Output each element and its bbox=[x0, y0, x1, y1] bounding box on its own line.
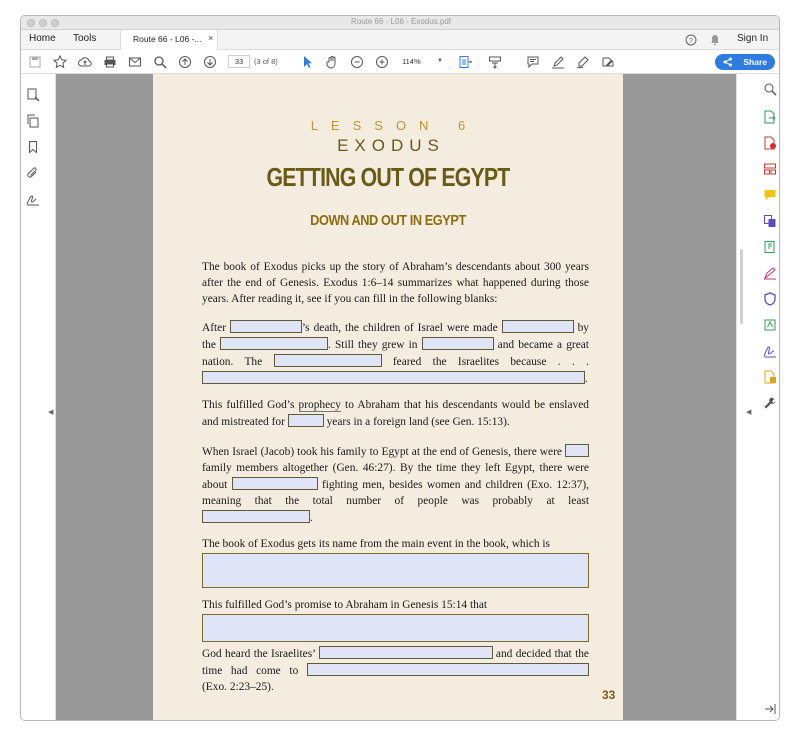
menu-bar: Home Tools Route 66 - L06 -... × ? Sign … bbox=[21, 30, 779, 51]
highlight-pen-icon[interactable] bbox=[551, 55, 565, 69]
blanks-paragraph: After ’s death, the children of Israel w… bbox=[202, 320, 589, 385]
home-tab[interactable]: Home bbox=[29, 33, 56, 44]
zoom-in-icon[interactable] bbox=[375, 55, 389, 69]
email-icon[interactable] bbox=[128, 55, 142, 69]
lesson-name: EXODUS bbox=[337, 136, 445, 155]
protect-shield-icon[interactable] bbox=[763, 292, 777, 306]
collapse-right-panel-icon[interactable]: ◀ bbox=[746, 408, 751, 416]
scrolling-mode-icon[interactable] bbox=[488, 55, 502, 69]
organize-pages-icon[interactable] bbox=[763, 162, 777, 176]
combine-files-icon[interactable] bbox=[763, 214, 777, 228]
form-field-time-had-come[interactable] bbox=[307, 662, 589, 676]
form-field-promise[interactable] bbox=[202, 614, 589, 642]
pdf-page: LESSON 6 EXODUS GETTING OUT OF EGYPT DOW… bbox=[153, 74, 623, 720]
fill-and-sign-icon[interactable] bbox=[763, 266, 777, 280]
scan-ocr-icon[interactable] bbox=[763, 318, 777, 332]
window-title: Route 66 - L06 - Exodus.pdf bbox=[350, 17, 452, 26]
zoom-level-select[interactable]: 114% ▼ bbox=[402, 55, 445, 68]
sign-in-link[interactable]: Sign In bbox=[737, 33, 768, 44]
send-for-review-icon[interactable] bbox=[763, 370, 777, 384]
export-pdf-icon[interactable] bbox=[763, 110, 777, 124]
prophecy-paragraph: This fulfilled God’s prophecy to Abraham… bbox=[202, 399, 589, 428]
select-cursor-icon[interactable] bbox=[300, 55, 314, 69]
previous-page-icon[interactable] bbox=[178, 55, 192, 69]
document-tab-label: Route 66 - L06 -... bbox=[133, 34, 202, 44]
lesson-label: LESSON 6 bbox=[310, 118, 479, 133]
signature-icon[interactable] bbox=[26, 192, 40, 206]
page-thumbnails-icon[interactable] bbox=[26, 88, 40, 102]
bookmark-icon[interactable] bbox=[26, 140, 40, 154]
form-field-fighting-men[interactable] bbox=[231, 476, 318, 490]
page-fit-icon[interactable] bbox=[458, 55, 472, 69]
notifications-bell-icon[interactable] bbox=[709, 33, 721, 51]
toolbar: 33 (3 of 8) 114% ▼ Share bbox=[21, 50, 779, 74]
promise-paragraph: This fulfilled God’s promise to Abraham … bbox=[202, 599, 488, 611]
exodus-name-paragraph: The book of Exodus gets its name from th… bbox=[202, 538, 550, 550]
edit-pdf-icon[interactable] bbox=[763, 240, 777, 254]
create-pdf-icon[interactable] bbox=[763, 136, 777, 150]
expand-panel-icon[interactable] bbox=[763, 702, 777, 716]
tools-tab[interactable]: Tools bbox=[73, 33, 96, 44]
svg-text:?: ? bbox=[689, 38, 693, 45]
title-bar: Route 66 - L06 - Exodus.pdf bbox=[21, 16, 779, 30]
tools-pane: ◀ bbox=[736, 74, 779, 720]
next-page-icon[interactable] bbox=[203, 55, 217, 69]
form-field-by-the[interactable] bbox=[220, 336, 329, 350]
zoom-search-icon[interactable] bbox=[763, 82, 777, 96]
acrobat-window: Route 66 - L06 - Exodus.pdf Home Tools R… bbox=[20, 15, 780, 721]
more-tools-wrench-icon[interactable] bbox=[763, 396, 777, 410]
section-subheading: DOWN AND OUT IN EGYPT bbox=[310, 212, 466, 229]
zoom-out-icon[interactable] bbox=[350, 55, 364, 69]
form-field-total-people[interactable] bbox=[202, 509, 310, 523]
form-field-years[interactable] bbox=[287, 413, 324, 427]
comment-icon[interactable] bbox=[526, 55, 540, 69]
form-field-because[interactable] bbox=[202, 370, 585, 384]
share-button[interactable]: Share bbox=[715, 54, 775, 70]
search-icon[interactable] bbox=[153, 55, 167, 69]
page-number-input[interactable]: 33 bbox=[228, 55, 250, 68]
help-icon[interactable]: ? bbox=[685, 33, 697, 51]
intro-paragraph: The book of Exodus picks up the story of… bbox=[202, 261, 589, 305]
comment-tool-icon[interactable] bbox=[763, 188, 777, 202]
bookmark-star-icon[interactable] bbox=[53, 55, 67, 69]
share-icon bbox=[723, 57, 732, 67]
form-field-made[interactable] bbox=[501, 320, 574, 333]
form-field-pharaoh-name[interactable] bbox=[230, 320, 303, 333]
draw-icon[interactable] bbox=[576, 55, 590, 69]
attachment-paperclip-icon[interactable] bbox=[26, 166, 40, 180]
chevron-down-icon: ▼ bbox=[437, 58, 443, 64]
close-tab-icon[interactable]: × bbox=[208, 33, 213, 43]
heard-paragraph: God heard the Israelites’ and decided th… bbox=[202, 646, 589, 693]
page-count-label: (3 of 8) bbox=[254, 57, 278, 66]
save-icon[interactable] bbox=[28, 55, 42, 69]
form-field-family-members[interactable] bbox=[565, 444, 589, 457]
document-tab[interactable]: Route 66 - L06 -... × bbox=[120, 30, 218, 50]
upload-cloud-icon[interactable] bbox=[78, 55, 92, 69]
fill-sign-icon[interactable] bbox=[601, 55, 615, 69]
request-signatures-icon[interactable] bbox=[763, 344, 777, 358]
form-field-main-event[interactable] bbox=[202, 553, 589, 588]
form-field-grew-in[interactable] bbox=[421, 336, 494, 350]
collapse-left-panel-icon[interactable]: ◀ bbox=[48, 408, 53, 416]
copy-pages-icon[interactable] bbox=[26, 114, 40, 128]
page-number-footer: 33 bbox=[602, 688, 616, 702]
left-navigation-panel: ◀ bbox=[21, 74, 56, 720]
jacob-paragraph: When Israel (Jacob) took his family to E… bbox=[202, 444, 589, 524]
form-field-heard[interactable] bbox=[318, 646, 493, 659]
print-icon[interactable] bbox=[103, 55, 117, 69]
vertical-scrollbar[interactable] bbox=[740, 249, 743, 324]
zoom-level-value: 114% bbox=[402, 57, 421, 66]
prophecy-link[interactable]: prophecy bbox=[298, 399, 341, 412]
page-heading: GETTING OUT OF EGYPT bbox=[266, 162, 510, 192]
document-viewer[interactable]: LESSON 6 EXODUS GETTING OUT OF EGYPT DOW… bbox=[56, 74, 736, 720]
hand-tool-icon[interactable] bbox=[325, 55, 339, 69]
form-field-the-feared[interactable] bbox=[273, 353, 382, 367]
share-button-label: Share bbox=[743, 57, 767, 67]
